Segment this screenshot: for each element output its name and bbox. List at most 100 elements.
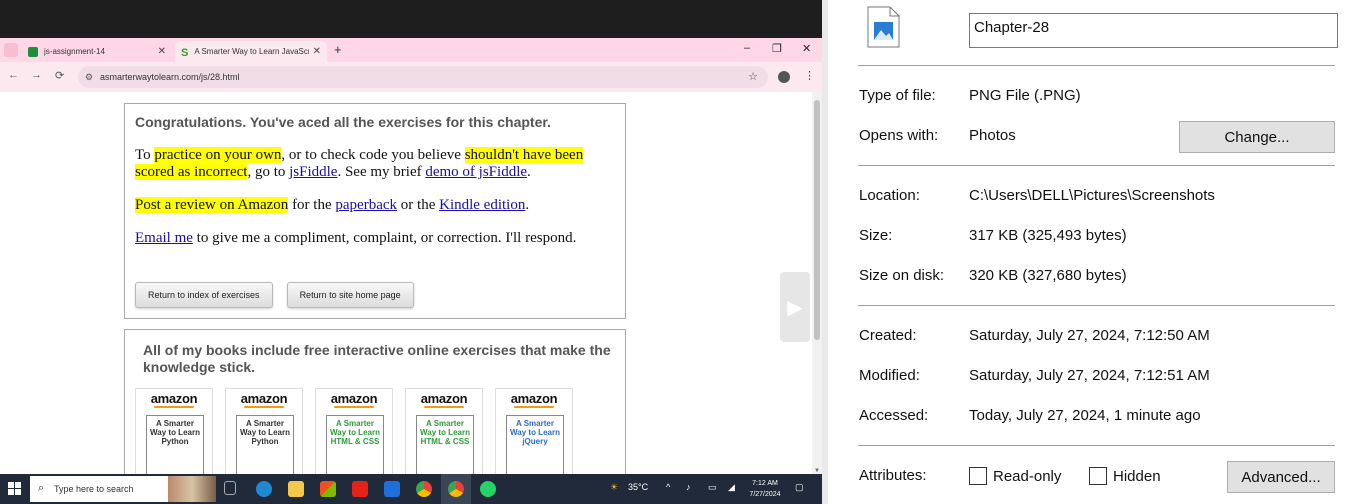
address-bar[interactable]: ⚙ asmarterwaytolearn.com/js/28.html ☆ (78, 66, 768, 88)
checkbox-box[interactable] (1089, 467, 1107, 485)
kindle-link[interactable]: Kindle edition (439, 197, 525, 213)
type-label: Type of file: (859, 87, 936, 104)
books-heading: All of my books include free interactive… (143, 342, 611, 375)
minimize-button[interactable]: – (744, 42, 750, 54)
return-index-button[interactable]: Return to index of exercises (135, 282, 273, 308)
store-icon[interactable] (320, 481, 336, 497)
advanced-button[interactable]: Advanced... (1227, 461, 1335, 493)
hidden-checkbox[interactable]: Hidden (1089, 467, 1161, 485)
amazon-logo: amazon (420, 391, 468, 406)
youtube-icon[interactable] (352, 481, 368, 497)
readonly-checkbox[interactable]: Read-only (969, 467, 1061, 485)
tab-close-icon[interactable]: ✕ (158, 46, 166, 57)
created-value: Saturday, July 27, 2024, 7:12:50 AM (969, 327, 1210, 344)
profile-avatar[interactable] (778, 71, 790, 83)
file-name-input[interactable]: Chapter-28 (969, 13, 1338, 48)
created-label: Created: (859, 327, 917, 344)
notifications-icon[interactable]: ▢ (795, 482, 804, 493)
search-icon: ⌕ (38, 482, 45, 494)
close-window-button[interactable]: ✕ (802, 42, 811, 55)
type-value: PNG File (.PNG) (969, 87, 1081, 104)
text: . (527, 164, 531, 180)
tab-search-icon[interactable] (4, 43, 18, 57)
menu-kebab-icon[interactable]: ⋮ (804, 69, 815, 82)
chrome-active-icon[interactable] (448, 481, 464, 497)
task-view-icon[interactable] (224, 481, 236, 495)
highlight: Post a review on Amazon (135, 197, 289, 213)
volume-icon[interactable]: ♪ (686, 482, 691, 492)
jsfiddle-link[interactable]: jsFiddle (289, 164, 337, 180)
location-label: Location: (859, 187, 920, 204)
book-card[interactable]: amazon A Smarter Way to Learn jQuery (495, 388, 573, 474)
chrome-icon[interactable] (416, 481, 432, 497)
jsfiddle-demo-link[interactable]: demo of jsFiddle (425, 164, 527, 180)
accessed-label: Accessed: (859, 407, 929, 424)
amazon-logo: amazon (330, 391, 378, 406)
attributes-label: Attributes: (859, 467, 927, 484)
accessed-value: Today, July 27, 2024, 1 minute ago (969, 407, 1201, 424)
windows-start-icon[interactable] (8, 482, 22, 496)
site-info-icon[interactable]: ⚙ (85, 72, 93, 83)
location-value: C:\Users\DELL\Pictures\Screenshots (969, 187, 1215, 204)
png-file-icon (867, 6, 900, 48)
readonly-label: Read-only (993, 467, 1062, 485)
restore-button[interactable]: ❐ (772, 42, 782, 55)
amazon-smile-icon (154, 406, 194, 408)
paragraph-practice: To practice on your own, or to check cod… (135, 147, 615, 181)
paperback-link[interactable]: paperback (335, 197, 397, 213)
bookmark-star-icon[interactable]: ☆ (748, 70, 758, 83)
hidden-label: Hidden (1113, 467, 1161, 485)
whatsapp-icon[interactable] (480, 481, 496, 497)
tab-strip: js-assignment-14 ✕ S A Smarter Way to Le… (0, 38, 822, 62)
amazon-logo: amazon (240, 391, 288, 406)
books-box: All of my books include free interactive… (124, 329, 626, 474)
tab-title: js-assignment-14 (44, 47, 105, 56)
button-row: Return to index of exercises Return to s… (135, 282, 414, 308)
taskbar-clock[interactable]: 7:12 AM 7/27/2024 (740, 478, 790, 500)
tab-smarter-way[interactable]: S A Smarter Way to Learn JavaScript ✕ (175, 41, 327, 62)
taskbar: ⌕ Type here to search ☀ 35°C ^ ♪ ▭ ◢ 7:1… (0, 474, 822, 504)
book-card[interactable]: amazon A Smarter Way to Learn Python (225, 388, 303, 474)
divider (858, 165, 1335, 166)
highlight: practice on your own (154, 147, 282, 163)
reload-button[interactable]: ⟳ (55, 69, 64, 82)
forward-button[interactable]: → (31, 69, 42, 81)
amazon-logo: amazon (150, 391, 198, 406)
file-explorer-icon[interactable] (288, 481, 304, 497)
book-cover: A Smarter Way to Learn Python (236, 415, 294, 474)
network-icon[interactable]: ◢ (728, 482, 735, 493)
book-card[interactable]: amazon A Smarter Way to Learn Python (135, 388, 213, 474)
browser-window: js-assignment-14 ✕ S A Smarter Way to Le… (0, 38, 822, 474)
clock-time: 7:12 AM (752, 480, 778, 487)
back-button[interactable]: ← (8, 69, 19, 81)
book-card[interactable]: amazon A Smarter Way to Learn HTML & CSS (315, 388, 393, 474)
show-hidden-icons-icon[interactable]: ^ (666, 482, 670, 492)
url-text: asmarterwaytolearn.com/js/28.html (100, 72, 240, 82)
tab-js-assignment[interactable]: js-assignment-14 ✕ (22, 41, 172, 62)
weather-icon[interactable]: ☀ (610, 482, 618, 493)
battery-icon[interactable]: ▭ (708, 482, 717, 493)
return-home-button[interactable]: Return to site home page (286, 282, 414, 308)
amazon-smile-icon (424, 406, 464, 408)
amazon-smile-icon (244, 406, 284, 408)
change-button[interactable]: Change... (1179, 121, 1335, 153)
new-tab-button[interactable]: + (334, 42, 342, 57)
book-title: A Smarter Way to Learn Python (150, 419, 200, 446)
page-scrollbar[interactable]: ▼ (812, 92, 822, 474)
edge-icon[interactable] (256, 481, 272, 497)
paragraph-review: Post a review on Amazon for the paperbac… (135, 197, 615, 214)
tab-close-icon[interactable]: ✕ (313, 46, 321, 57)
page-viewport: Congratulations. You've aced all the exe… (0, 92, 814, 474)
congrats-box: Congratulations. You've aced all the exe… (124, 103, 626, 319)
mail-icon[interactable] (384, 481, 400, 497)
opens-with-label: Opens with: (859, 127, 939, 144)
checkbox-box[interactable] (969, 467, 987, 485)
modified-label: Modified: (859, 367, 920, 384)
email-link[interactable]: Email me (135, 230, 193, 246)
next-page-arrow-icon[interactable]: ▶ (780, 272, 810, 342)
scrollbar-thumb[interactable] (814, 100, 820, 340)
text: to give me a compliment, complaint, or c… (192, 230, 577, 246)
taskbar-search[interactable]: ⌕ Type here to search (30, 476, 216, 502)
book-card[interactable]: amazon A Smarter Way to Learn HTML & CSS (405, 388, 483, 474)
weather-temp[interactable]: 35°C (628, 482, 648, 492)
